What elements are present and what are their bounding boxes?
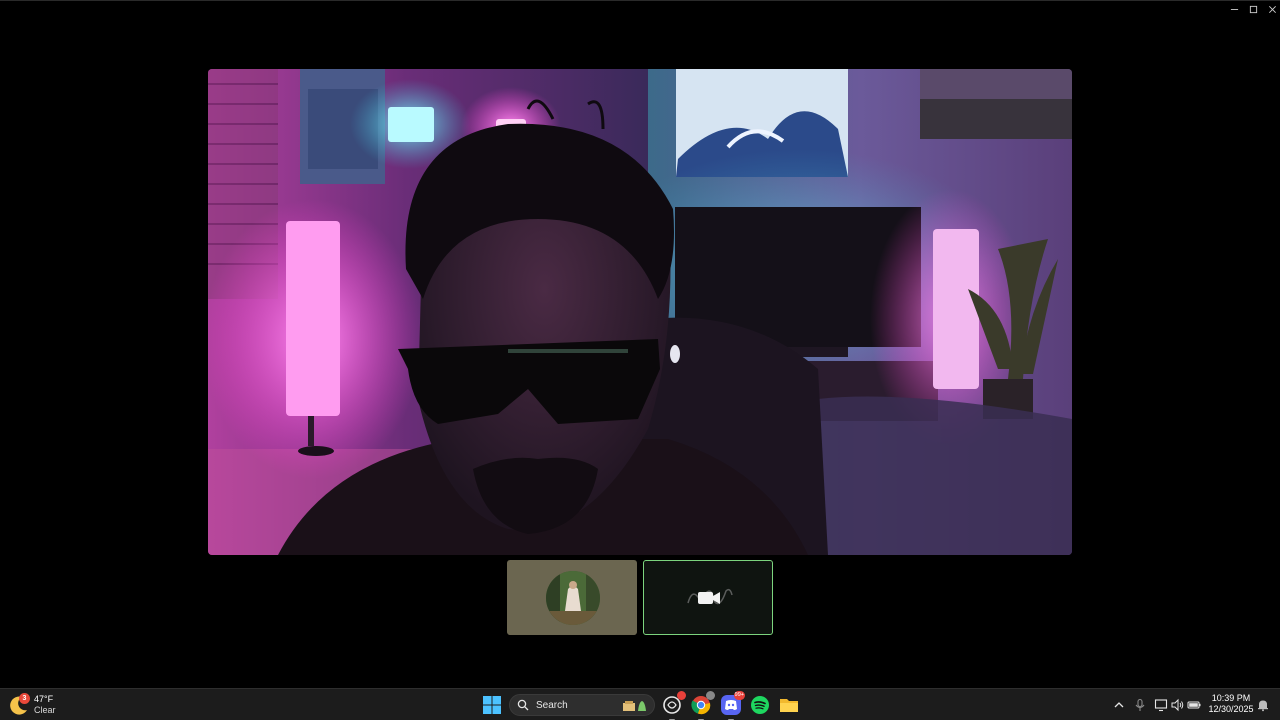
- moon-icon: 3: [8, 693, 30, 716]
- search-icon: [517, 699, 529, 711]
- bell-icon: [1258, 700, 1268, 712]
- microphone-tray-button[interactable]: [1133, 698, 1147, 712]
- profile-photo-avatar: [546, 571, 600, 625]
- close-button[interactable]: [1262, 2, 1280, 16]
- start-button[interactable]: [482, 695, 502, 715]
- weather-condition: Clear: [34, 705, 56, 715]
- taskbar: 3 47°F Clear Search 99+ 10:39 PM 12/30/2…: [0, 688, 1280, 720]
- taskbar-clock[interactable]: 10:39 PM 12/30/2025: [1206, 693, 1256, 715]
- show-hidden-icons-button[interactable]: [1112, 698, 1126, 712]
- battery-tray-button[interactable]: [1187, 698, 1201, 712]
- clock-date: 12/30/2025: [1208, 704, 1254, 714]
- search-highlight-icon: [623, 701, 646, 711]
- maximize-icon: [1249, 5, 1257, 13]
- weather-alert-badge: 3: [19, 693, 30, 704]
- weather-widget[interactable]: 3 47°F Clear: [8, 692, 56, 718]
- avatar: [546, 571, 600, 625]
- profile-badge: [706, 691, 715, 700]
- taskbar-app-discord[interactable]: 99+: [720, 691, 745, 720]
- window-titlebar: [0, 0, 1280, 16]
- close-icon: [1268, 5, 1276, 13]
- battery-icon: [1187, 701, 1201, 709]
- taskbar-search[interactable]: Search: [509, 694, 655, 716]
- minimize-icon: [1230, 8, 1238, 10]
- maximize-button[interactable]: [1243, 2, 1263, 16]
- volume-tray-button[interactable]: [1170, 698, 1184, 712]
- video-camera-icon: [698, 592, 720, 604]
- notification-dot: [677, 691, 686, 700]
- folder-icon: [780, 699, 798, 712]
- search-label: Search: [536, 699, 568, 711]
- notifications-button[interactable]: [1256, 698, 1270, 712]
- taskbar-app-chrome[interactable]: [690, 691, 715, 720]
- windows-logo-icon: [483, 696, 501, 714]
- minimize-button[interactable]: [1224, 2, 1244, 16]
- volume-icon: [1171, 698, 1184, 712]
- network-tray-button[interactable]: [1154, 698, 1168, 712]
- taskbar-app-ai-assistant[interactable]: [661, 691, 686, 720]
- taskbar-app-spotify[interactable]: [749, 694, 771, 716]
- participant-tile-avatar[interactable]: [507, 560, 637, 635]
- spotify-icon: [751, 696, 769, 714]
- chevron-up-icon: [1114, 702, 1124, 708]
- taskbar-app-file-explorer[interactable]: [778, 694, 800, 716]
- clock-time: 10:39 PM: [1211, 693, 1251, 703]
- display-network-icon: [1154, 699, 1168, 712]
- participant-tile-camera-off[interactable]: [643, 560, 773, 635]
- microphone-icon: [1135, 698, 1145, 711]
- main-video-stream[interactable]: [208, 69, 1072, 555]
- weather-temperature: 47°F: [34, 694, 54, 704]
- discord-unread-badge: 99+: [733, 691, 745, 700]
- webcam-feed: [208, 69, 1072, 555]
